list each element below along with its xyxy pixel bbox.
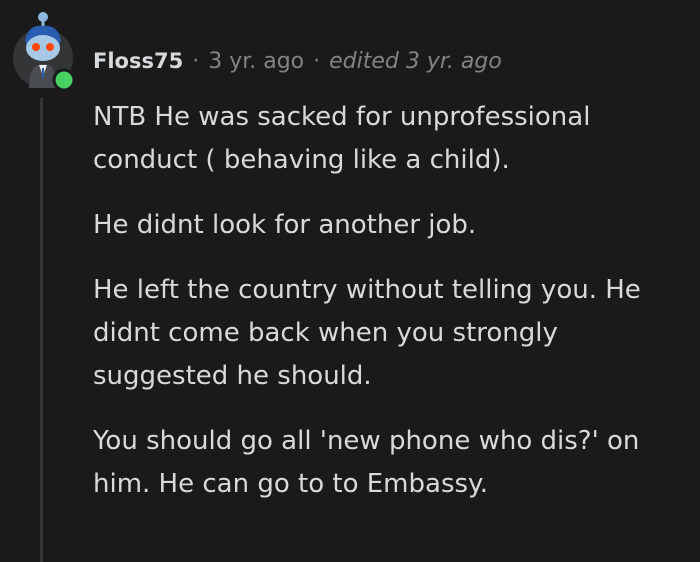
- comment: Floss75 · 3 yr. ago · edited 3 yr. ago N…: [0, 0, 700, 562]
- user-avatar[interactable]: [13, 10, 77, 92]
- comment-paragraph: He left the country without telling you.…: [93, 275, 641, 391]
- edited-label: edited 3 yr. ago: [329, 48, 502, 74]
- comment-paragraph: You should go all 'new phone who dis?' o…: [93, 426, 640, 499]
- thread-collapse-line[interactable]: [40, 98, 43, 562]
- author-link[interactable]: Floss75: [93, 49, 183, 73]
- comment-paragraph: He didnt look for another job.: [93, 210, 477, 240]
- comment-body: NTB He was sacked for unprofessional con…: [93, 96, 693, 528]
- comment-meta: Floss75 · 3 yr. ago · edited 3 yr. ago: [93, 46, 502, 76]
- meta-separator: ·: [192, 48, 200, 74]
- meta-separator: ·: [313, 48, 321, 74]
- timestamp-link[interactable]: 3 yr. ago: [208, 49, 304, 74]
- online-indicator-icon: [52, 68, 76, 92]
- snoo-avatar-icon: [13, 12, 76, 92]
- comment-paragraph: NTB He was sacked for unprofessional con…: [93, 102, 591, 175]
